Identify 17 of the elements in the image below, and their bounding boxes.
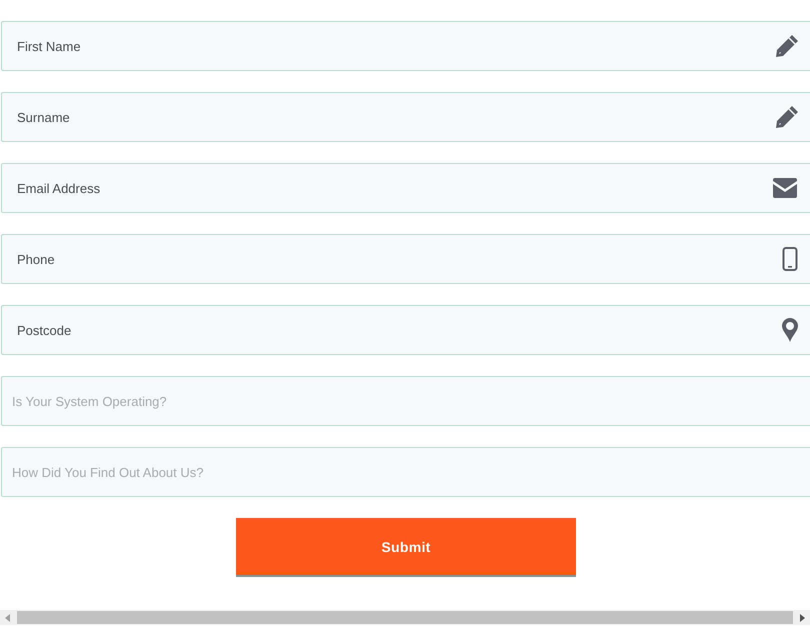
input-field[interactable]: Phone: [1, 234, 810, 284]
map-pin-icon: [782, 318, 798, 342]
input-field[interactable]: First Name: [1, 21, 810, 71]
input-field[interactable]: Email Address: [1, 163, 810, 213]
submit-button[interactable]: Submit: [236, 518, 576, 577]
phone-icon: [782, 247, 798, 271]
horizontal-scrollbar[interactable]: [0, 610, 810, 625]
pencil-icon: [774, 104, 800, 130]
scroll-left-icon[interactable]: [5, 614, 11, 622]
input-field[interactable]: Postcode: [1, 305, 810, 355]
envelope-icon: [772, 178, 798, 198]
input-field[interactable]: How Did You Find Out About Us?: [1, 447, 810, 497]
pencil-icon: [774, 33, 800, 59]
input-field[interactable]: Is Your System Operating?: [1, 376, 810, 426]
scroll-right-icon[interactable]: [799, 614, 805, 622]
input-field[interactable]: Surname: [1, 92, 810, 142]
scrollbar-thumb[interactable]: [17, 611, 793, 624]
